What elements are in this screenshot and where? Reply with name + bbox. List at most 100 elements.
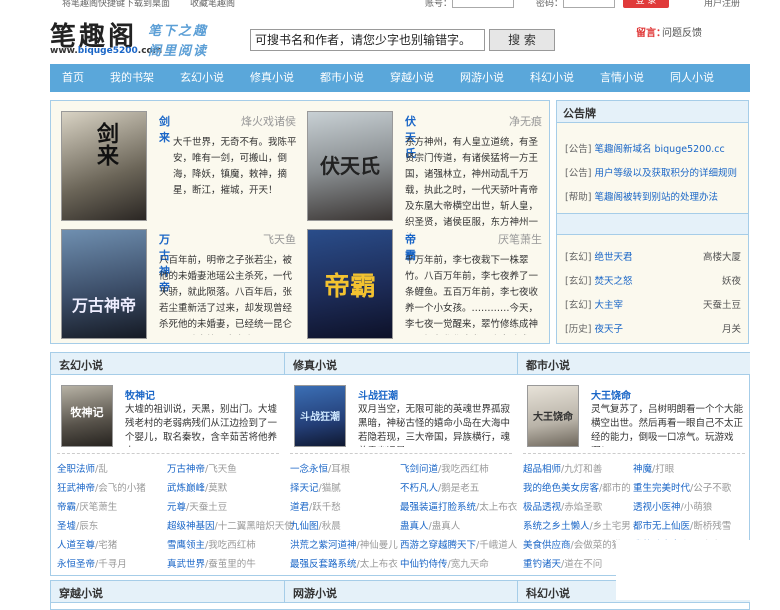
- search-button[interactable]: 搜 索: [489, 29, 555, 51]
- link-book-name: 最强装逼打脸系统: [400, 502, 477, 513]
- category-book-link[interactable]: 最强反套路系统/太上布衣: [290, 556, 398, 570]
- category-book-link[interactable]: 西游之穿越腾天下/千峨道人: [400, 537, 517, 551]
- category-feature-desc: 灵气复苏了，吕树明朗看一个个大能横空出世。然后再看一眼自己不太正经的能力，倒吸一…: [591, 404, 743, 447]
- link-author: 太上布衣: [359, 559, 398, 570]
- rank-item[interactable]: [玄幻] 大主宰 天蚕土豆: [565, 297, 741, 311]
- category-book-link[interactable]: 神魔/打眼: [633, 461, 674, 475]
- category-book-link[interactable]: 道君/跃千愁: [290, 499, 341, 513]
- category-feature-cover[interactable]: 大王饶命: [527, 385, 579, 447]
- category-book-link[interactable]: 我的绝色美女房客/都市的: [523, 480, 631, 494]
- nav-item-home[interactable]: 首页: [62, 64, 84, 92]
- nav-item-bookshelf[interactable]: 我的书架: [110, 64, 154, 92]
- link-book-name: 一念永恒: [290, 464, 329, 475]
- category-book-link[interactable]: 超品相师/九灯和善: [523, 461, 602, 475]
- category-feature-title[interactable]: 大王饶命: [591, 387, 631, 402]
- announcement-item[interactable]: [公告] 用户等级以及获取积分的详细规则: [565, 165, 737, 179]
- category-book-link[interactable]: 美食供应商/会做菜的猫: [523, 537, 621, 551]
- book-cover[interactable]: 剑来: [61, 111, 147, 221]
- link-author: 会做菜的猫: [573, 540, 622, 551]
- category-book-link[interactable]: 全职法师/乱: [57, 461, 108, 475]
- category-book-link[interactable]: 透视小医神/小萌狼: [633, 499, 712, 513]
- category-book-link[interactable]: 武炼巅峰/莫默: [167, 480, 227, 494]
- book-cover[interactable]: 伏天氏: [307, 111, 393, 221]
- link-book-name: 极品透视: [523, 502, 562, 513]
- cover-title: 大王饶命: [533, 412, 573, 423]
- category-book-link[interactable]: 雪鹰领主/我吃西红柿: [167, 537, 256, 551]
- category-book-link[interactable]: 圣墟/辰东: [57, 518, 98, 532]
- nav-item-dushi[interactable]: 都市小说: [320, 64, 364, 92]
- category-title: 玄幻小说: [51, 353, 284, 375]
- category-book-link[interactable]: 万古神帝/飞天鱼: [167, 461, 237, 475]
- rank-item[interactable]: [玄幻] 绝世天君 高楼大厦: [565, 249, 741, 263]
- link-book-name: 超品相师: [523, 464, 562, 475]
- category-feature-cover[interactable]: 斗战狂潮: [294, 385, 346, 447]
- category-book-link[interactable]: 帝霸/厌笔萧生: [57, 499, 117, 513]
- announcement-tag: [公告]: [565, 144, 592, 155]
- nav-item-chuanyue[interactable]: 穿越小说: [390, 64, 434, 92]
- category-book-link[interactable]: 一念永恒/耳根: [290, 461, 350, 475]
- nav-item-wangyou[interactable]: 网游小说: [460, 64, 504, 92]
- category-book-link[interactable]: 最强装逼打脸系统/太上布衣: [400, 499, 517, 513]
- link-author: 鹅是老五: [441, 483, 480, 494]
- feedback-link[interactable]: 问题反馈: [662, 24, 702, 39]
- register-link[interactable]: 用户注册: [704, 0, 740, 9]
- category-book-link[interactable]: 真武世界/蚕茧里的牛: [167, 556, 256, 570]
- category-book-link[interactable]: 重生完美时代/公子不歌: [633, 480, 731, 494]
- featured-books: 剑来 剑来 烽火戏诸侯 大千世界，无奇不有。我陈平安，唯有一剑，可搬山，倒海，降…: [50, 100, 550, 344]
- category-book-link[interactable]: 都市无上仙医/断桥残雪: [633, 518, 731, 532]
- announcement-text: 用户等级以及获取积分的详细规则: [594, 168, 737, 179]
- link-book-name: 都市无上仙医: [633, 521, 691, 532]
- category-book-link[interactable]: 人道至尊/宅猪: [57, 537, 117, 551]
- link-author: 天蚕土豆: [189, 502, 228, 513]
- slogan-line-2: 阁里阅读: [148, 44, 209, 59]
- category-book-link[interactable]: 极品透视/赤焰圣歌: [523, 499, 602, 513]
- nav-item-kehuan[interactable]: 科幻小说: [530, 64, 574, 92]
- category-book-link[interactable]: 系统之乡土懒人/乡土宅男: [523, 518, 631, 532]
- category-book-link[interactable]: 蛊真人/蛊真人: [400, 518, 460, 532]
- rank-tag: [玄幻]: [565, 252, 592, 263]
- nav-item-xuanhuan[interactable]: 玄幻小说: [180, 64, 224, 92]
- category-book-link[interactable]: 洪荒之紫河道神/神仙曼儿: [290, 537, 398, 551]
- category-book-link[interactable]: 择天记/猫腻: [290, 480, 341, 494]
- favorite-link[interactable]: 收藏笔趣阁: [190, 0, 235, 9]
- link-author: 辰东: [79, 521, 99, 532]
- nav-item-yanqing[interactable]: 言情小说: [600, 64, 644, 92]
- category-book-link[interactable]: 中仙钓侍传/宽九天命: [400, 556, 489, 570]
- top-bar: 将笔趣阁快捷键下载到桌面 收藏笔趣阁 账号： 密码： 登 录 用户注册: [0, 0, 780, 10]
- category-book-link[interactable]: 九仙图/秋晨: [290, 518, 341, 532]
- rank-item[interactable]: [历史] 夜天子 月关: [565, 321, 741, 335]
- announcement-item[interactable]: [帮助] 笔趣阁被转到别站的处理办法: [565, 189, 718, 203]
- announcement-item[interactable]: [公告] 笔趣阁新域名 biquge5200.cc: [565, 141, 725, 155]
- rank-author: 高楼大厦: [702, 252, 741, 263]
- book-cover[interactable]: 万古神帝: [61, 229, 147, 339]
- search-input[interactable]: 可搜书名和作者，请您少字也别输错字。: [250, 29, 485, 51]
- category-book-link[interactable]: 不朽凡人/鹅是老五: [400, 480, 479, 494]
- category-book-link[interactable]: 狂武神帝/会飞的小猪: [57, 480, 146, 494]
- account-input[interactable]: [452, 0, 514, 8]
- divider: [57, 453, 279, 454]
- category-book-link[interactable]: 超级神基因/十二翼黑暗炽天使: [167, 518, 294, 532]
- main-nav: 首页 我的书架 玄幻小说 修真小说 都市小说 穿越小说 网游小说 科幻小说 言情…: [50, 64, 750, 92]
- nav-item-xiuzhen[interactable]: 修真小说: [250, 64, 294, 92]
- category-feature-title[interactable]: 斗战狂潮: [358, 387, 398, 402]
- password-input[interactable]: [563, 0, 615, 8]
- category-book-link[interactable]: 重钓诸天/道在不问: [523, 556, 602, 570]
- rank-author: 妖夜: [721, 276, 741, 287]
- category-feature-title[interactable]: 牧神记: [125, 387, 155, 402]
- link-author: 小萌狼: [683, 502, 713, 513]
- book-title[interactable]: 剑来: [159, 113, 170, 145]
- category-feature-desc: 双月当空，无限可能的英魂世界孤寂黑暗，神秘古怪的嬉命小岛在大海中若隐若现，三大帝…: [358, 404, 510, 447]
- nav-item-tongren[interactable]: 同人小说: [670, 64, 714, 92]
- login-button[interactable]: 登 录: [623, 0, 669, 8]
- category-feature-cover[interactable]: 牧神记: [61, 385, 113, 447]
- category-book-link[interactable]: 飞剑问道/我吃西红柿: [400, 461, 489, 475]
- rank-item[interactable]: [玄幻] 焚天之怒 妖夜: [565, 273, 741, 287]
- announcement-text: 笔趣阁被转到别站的处理办法: [594, 192, 718, 203]
- book-description: 千万年前，李七夜栽下一株翠竹。八百万年前，李七夜养了一条鲤鱼。五百万年前，李七夜…: [405, 255, 539, 330]
- link-author: 神仙曼儿: [359, 540, 398, 551]
- book-cover[interactable]: 帝霸: [307, 229, 393, 339]
- add-desktop-shortcut-link[interactable]: 将笔趣阁快捷键下载到桌面: [62, 0, 170, 9]
- category-book-link[interactable]: 元尊/天蚕土豆: [167, 499, 227, 513]
- category-title: 都市小说: [517, 353, 750, 375]
- category-book-link[interactable]: 永恒圣帝/千寻月: [57, 556, 127, 570]
